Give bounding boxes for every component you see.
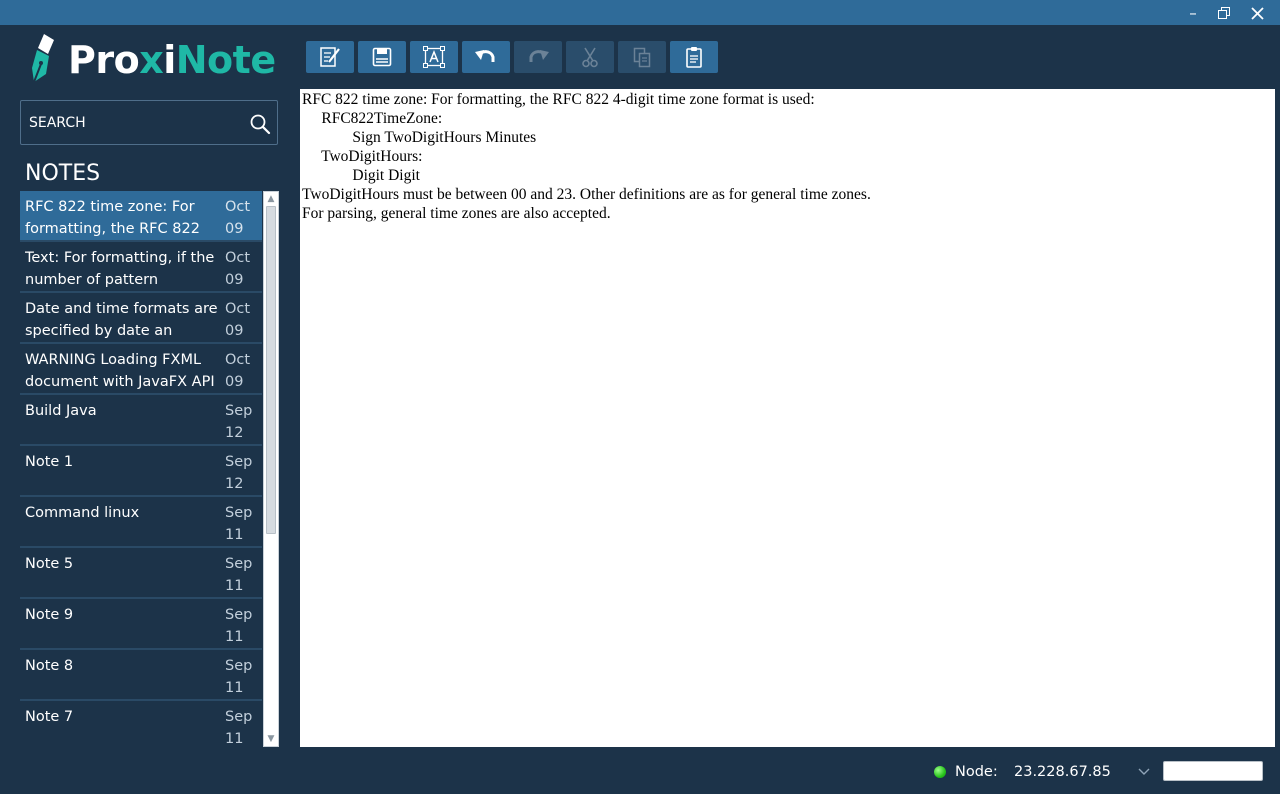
- node-status-icon: [934, 766, 946, 778]
- note-title: Text: For formatting, if the number of p…: [25, 250, 215, 288]
- cut-icon: [582, 47, 598, 68]
- note-date: Sep 11: [225, 505, 253, 543]
- logo-text-x: x: [139, 38, 164, 82]
- note-title: RFC 822 time zone: For formatting, the R…: [25, 199, 200, 237]
- note-title: Build Java: [25, 403, 97, 419]
- note-date: Sep 11: [225, 556, 253, 594]
- font-button[interactable]: [410, 41, 458, 73]
- cut-button[interactable]: [566, 41, 614, 73]
- editor-content[interactable]: RFC 822 time zone: For formatting, the R…: [302, 90, 1271, 223]
- node-label: Node:: [955, 764, 998, 780]
- search-input[interactable]: [29, 111, 239, 135]
- list-item[interactable]: Note 9 Sep 11: [20, 599, 262, 650]
- minimize-icon[interactable]: –: [1182, 3, 1204, 23]
- copy-icon: [633, 47, 651, 68]
- new-note-button[interactable]: [306, 41, 354, 73]
- scroll-down-icon[interactable]: ▼: [264, 732, 278, 746]
- note-date: Sep 11: [225, 709, 253, 747]
- notes-heading: NOTES: [25, 161, 101, 186]
- list-item[interactable]: Note 8 Sep 11: [20, 650, 262, 701]
- logo-text-i: i: [163, 38, 176, 82]
- list-item[interactable]: RFC 822 time zone: For formatting, the R…: [20, 191, 262, 242]
- save-icon: [372, 47, 392, 67]
- app-logo-text: ProxiNote: [68, 37, 276, 83]
- close-icon[interactable]: [1246, 3, 1268, 23]
- app-logo: ProxiNote: [30, 34, 280, 86]
- paste-icon: [686, 47, 702, 68]
- note-date: Oct 09: [225, 301, 251, 339]
- note-title: WARNING Loading FXML document with JavaF…: [25, 352, 215, 390]
- restore-icon[interactable]: [1213, 3, 1235, 23]
- note-editor[interactable]: RFC 822 time zone: For formatting, the R…: [300, 89, 1275, 747]
- list-item[interactable]: Command linux Sep 11: [20, 497, 262, 548]
- paste-button[interactable]: [670, 41, 718, 73]
- text-format-icon: [423, 46, 445, 68]
- note-date: Oct 09: [225, 250, 251, 288]
- list-item[interactable]: WARNING Loading FXML document with JavaF…: [20, 344, 262, 395]
- list-item[interactable]: Build Java Sep 12: [20, 395, 262, 446]
- note-title: Note 9: [25, 607, 74, 623]
- redo-icon: [529, 50, 549, 62]
- list-item[interactable]: Date and time formats are specified by d…: [20, 293, 262, 344]
- window-bottom-edge: [0, 794, 1280, 800]
- note-title: Note 1: [25, 454, 74, 470]
- scrollbar-thumb[interactable]: [266, 206, 276, 534]
- save-button[interactable]: [358, 41, 406, 73]
- note-date: Oct 09: [225, 199, 251, 237]
- list-item[interactable]: Note 5 Sep 11: [20, 548, 262, 599]
- note-date: Sep 12: [225, 403, 253, 441]
- note-date: Oct 09: [225, 352, 251, 390]
- pen-nib-icon: [32, 34, 54, 83]
- redo-button[interactable]: [514, 41, 562, 73]
- list-item[interactable]: Text: For formatting, if the number of p…: [20, 242, 262, 293]
- list-item[interactable]: Note 7 Sep 11: [20, 701, 262, 747]
- edit-note-icon: [320, 47, 340, 67]
- note-title: Note 7: [25, 709, 74, 725]
- title-bar: –: [0, 0, 1280, 25]
- note-date: Sep 12: [225, 454, 253, 492]
- notes-list: RFC 822 time zone: For formatting, the R…: [20, 191, 262, 747]
- undo-button[interactable]: [462, 41, 510, 73]
- copy-button[interactable]: [618, 41, 666, 73]
- node-address: 23.228.67.85: [1014, 764, 1111, 780]
- logo-text-note: Note: [175, 38, 276, 82]
- note-title: Note 5: [25, 556, 74, 572]
- scroll-up-icon[interactable]: ▲: [264, 192, 278, 206]
- note-title: Note 8: [25, 658, 74, 674]
- search-box: [20, 100, 278, 145]
- node-input-field[interactable]: [1163, 761, 1263, 781]
- list-item[interactable]: Note 1 Sep 12: [20, 446, 262, 497]
- undo-icon: [475, 50, 495, 62]
- chevron-down-icon[interactable]: [1136, 763, 1152, 779]
- note-title: Date and time formats are specified by d…: [25, 301, 218, 339]
- logo-text-pro: Pro: [68, 38, 140, 82]
- search-icon[interactable]: [249, 113, 271, 135]
- note-date: Sep 11: [225, 607, 253, 645]
- note-date: Sep 11: [225, 658, 253, 696]
- note-title: Command linux: [25, 505, 140, 521]
- notes-scrollbar[interactable]: ▲ ▼: [263, 191, 279, 747]
